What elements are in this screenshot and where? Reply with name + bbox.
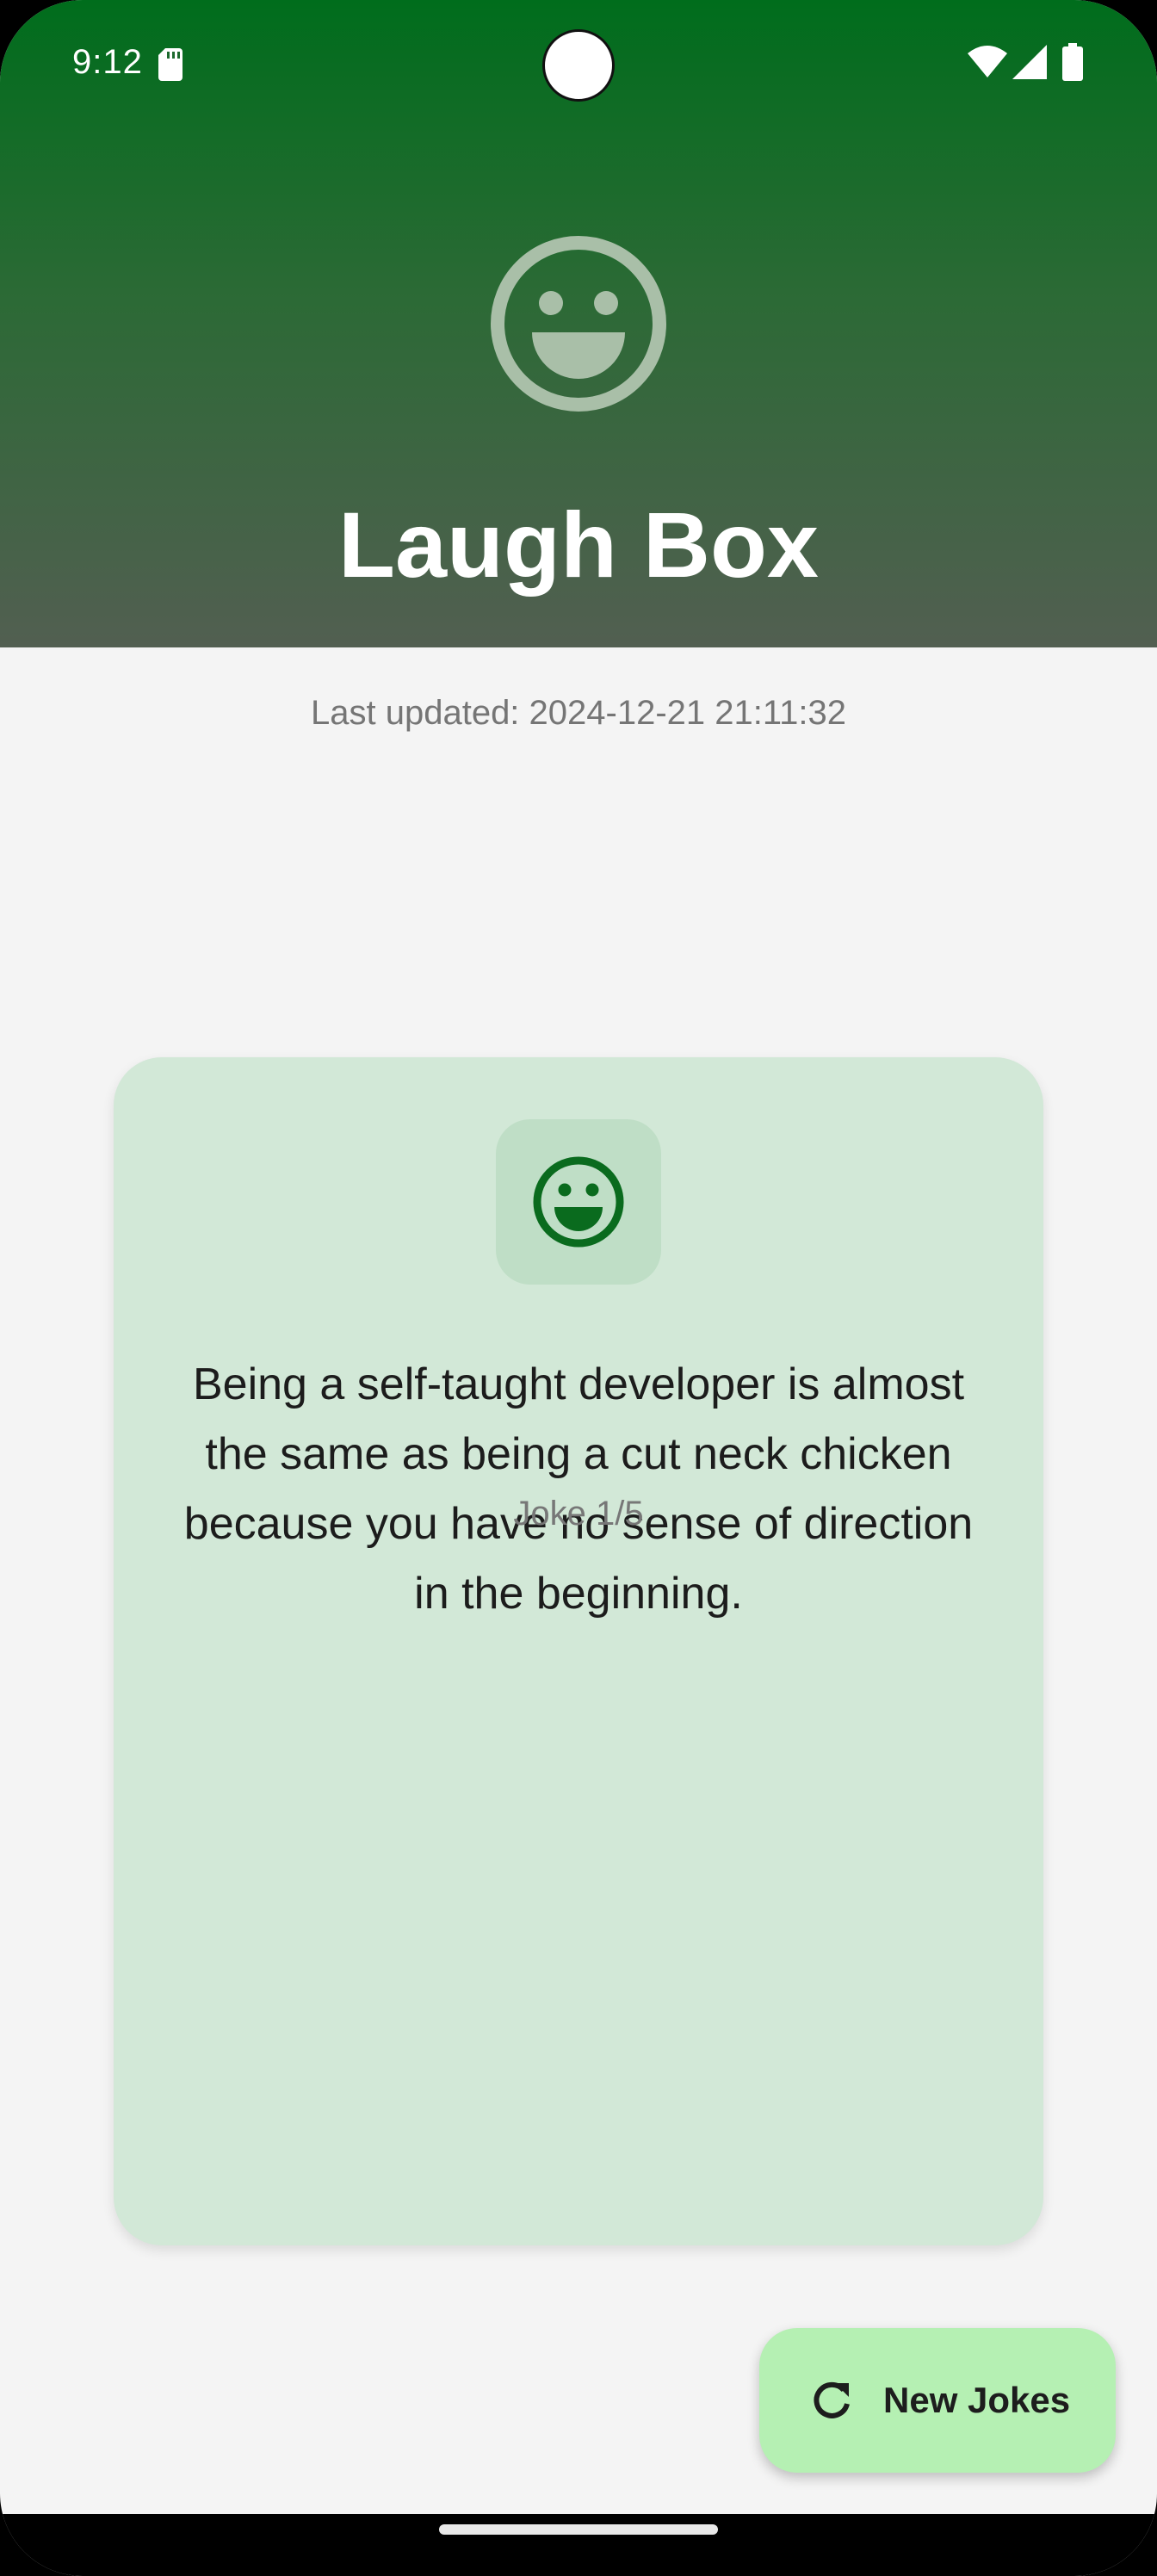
battery-icon (1062, 43, 1083, 85)
smiley-face-icon (491, 236, 666, 416)
refresh-icon (814, 2381, 850, 2418)
wifi-icon (968, 45, 1007, 82)
new-jokes-button[interactable]: New Jokes (759, 2328, 1116, 2473)
smiley-face-icon (533, 1156, 624, 1248)
app-screen: 9:12 Laugh Box Last updated: 2024-12-21 … (0, 0, 1157, 2576)
navigation-bar (0, 2514, 1157, 2576)
home-indicator[interactable] (439, 2524, 718, 2535)
app-title: Laugh Box (338, 492, 819, 597)
signal-icon (1012, 45, 1047, 84)
app-header: 9:12 Laugh Box (0, 0, 1157, 647)
last-updated-text: Last updated: 2024-12-21 21:11:32 (311, 694, 846, 732)
joke-counter: Joke 1/5 (513, 1495, 644, 1533)
joke-icon-container (496, 1119, 661, 1285)
joke-text: Being a self-taught developer is almost … (183, 1359, 974, 1619)
new-jokes-label: New Jokes (883, 2380, 1071, 2420)
sd-card-icon (158, 48, 183, 85)
status-time: 9:12 (72, 43, 143, 81)
status-bar: 9:12 (0, 0, 1157, 129)
joke-card: Being a self-taught developer is almost … (114, 1057, 1043, 2245)
camera-cutout (542, 29, 615, 102)
